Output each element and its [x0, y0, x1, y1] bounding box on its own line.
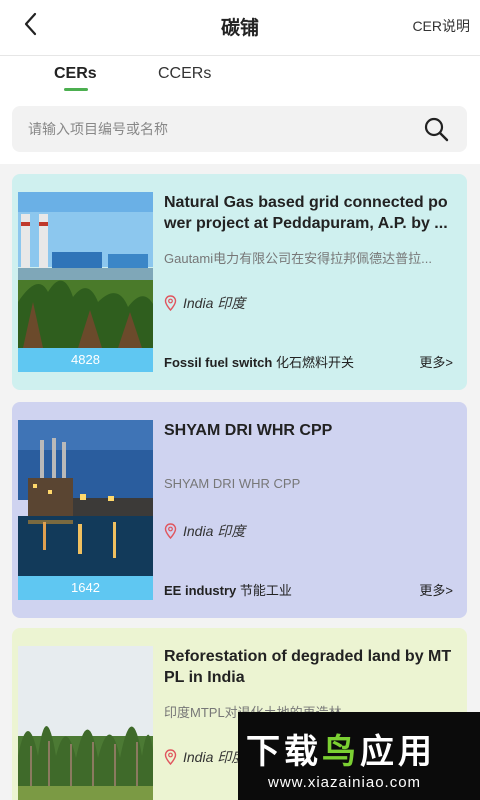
more-link[interactable]: 更多>	[419, 580, 453, 599]
project-thumbnail-forest	[18, 646, 153, 800]
project-subtitle: SHYAM DRI WHR CPP	[164, 476, 301, 491]
project-location: India 印度	[164, 294, 245, 312]
project-card[interactable]: 1642 SHYAM DRI WHR CPP SHYAM DRI WHR CPP…	[12, 402, 467, 618]
location-label: India 印度	[183, 749, 246, 765]
project-category: Fossil fuel switch 化石燃料开关	[164, 352, 354, 371]
category-en: Fossil fuel switch	[164, 355, 273, 370]
back-arrow-icon[interactable]	[18, 10, 46, 38]
project-thumbnail-power-plant	[18, 192, 153, 348]
category-zh: 化石燃料开关	[275, 355, 354, 370]
page-title: 碳铺	[220, 18, 259, 39]
tab-cers[interactable]: CERs	[54, 65, 97, 83]
category-zh: 节能工业	[239, 583, 292, 598]
watermark-brand: 下载鸟应用	[246, 733, 436, 771]
project-title: SHYAM DRI WHR CPP	[164, 422, 333, 439]
project-location: India 印度	[164, 522, 245, 540]
watermark-url: www.xiazainiao.com	[268, 774, 422, 791]
cer-help-link[interactable]: CER说明	[412, 16, 470, 36]
project-card[interactable]: 4828 Natural Gas based grid connected po…	[12, 174, 467, 390]
location-pin-icon	[164, 295, 177, 311]
location-label: India 印度	[183, 523, 246, 539]
project-title: Natural Gas based grid connected power p…	[164, 194, 448, 232]
watermark-logo: 下载鸟应用 www.xiazainiao.com	[238, 712, 480, 800]
active-tab-indicator	[64, 88, 88, 91]
category-en: EE industry	[164, 583, 237, 598]
project-count-badge: 1642	[18, 576, 153, 600]
search-bar	[12, 106, 467, 152]
search-input[interactable]	[28, 118, 408, 140]
project-location: India 印度	[164, 748, 245, 766]
top-bar: 碳铺 CER说明	[0, 0, 480, 56]
project-category: EE industry 节能工业	[164, 580, 292, 599]
project-thumbnail-night-plant	[18, 420, 153, 576]
location-pin-icon	[164, 749, 177, 765]
project-title: Reforestation of degraded land by MTPL i…	[164, 648, 452, 686]
search-icon[interactable]	[423, 116, 449, 142]
tab-bar: CERs CCERs	[0, 57, 480, 97]
project-count-badge: 4828	[18, 348, 153, 372]
project-subtitle: Gautami电力有限公司在安得拉邦佩德达普拉...	[164, 251, 432, 266]
location-pin-icon	[164, 523, 177, 539]
more-link[interactable]: 更多>	[419, 352, 453, 371]
tab-ccers[interactable]: CCERs	[158, 65, 211, 83]
location-label: India 印度	[183, 295, 246, 311]
